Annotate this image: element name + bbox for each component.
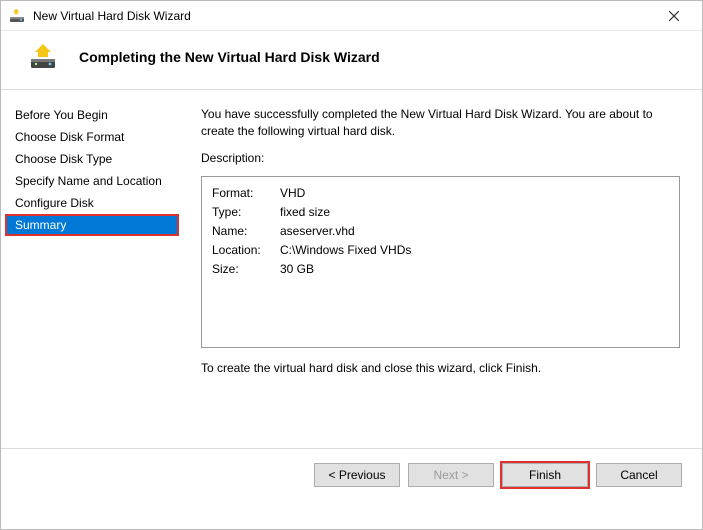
cancel-button[interactable]: Cancel	[596, 463, 682, 487]
sidebar-item-configure-disk[interactable]: Configure Disk	[5, 192, 181, 214]
sidebar-item-label: Specify Name and Location	[15, 174, 162, 188]
detail-row: Size:30 GB	[212, 261, 669, 278]
description-label: Description:	[201, 150, 680, 167]
sidebar-item-label: Before You Begin	[15, 108, 108, 122]
wizard-body: Before You Begin Choose Disk Format Choose…	[1, 90, 702, 448]
sidebar-item-choose-disk-format[interactable]: Choose Disk Format	[5, 126, 181, 148]
finish-button[interactable]: Finish	[502, 463, 588, 487]
sidebar-item-before-you-begin[interactable]: Before You Begin	[5, 104, 181, 126]
detail-key: Size:	[212, 261, 280, 278]
next-button: Next >	[408, 463, 494, 487]
detail-value: VHD	[280, 185, 305, 202]
sidebar-item-label: Choose Disk Format	[15, 130, 124, 144]
detail-key: Name:	[212, 223, 280, 240]
detail-value: 30 GB	[280, 261, 314, 278]
detail-value: aseserver.vhd	[280, 223, 355, 240]
close-icon	[669, 11, 679, 21]
sidebar-item-label: Summary	[15, 218, 66, 232]
outro-text: To create the virtual hard disk and clos…	[201, 360, 680, 377]
previous-button[interactable]: < Previous	[314, 463, 400, 487]
wizard-content: You have successfully completed the New …	[181, 90, 702, 448]
close-button[interactable]	[654, 1, 694, 31]
detail-row: Type:fixed size	[212, 204, 669, 221]
sidebar-item-specify-name-and-location[interactable]: Specify Name and Location	[5, 170, 181, 192]
detail-value: fixed size	[280, 204, 330, 221]
wizard-footer: < Previous Next > Finish Cancel	[1, 448, 702, 500]
disk-wizard-icon	[29, 43, 57, 71]
detail-row: Name:aseserver.vhd	[212, 223, 669, 240]
intro-text: You have successfully completed the New …	[201, 106, 680, 140]
sidebar-item-label: Configure Disk	[15, 196, 94, 210]
detail-row: Location:C:\Windows Fixed VHDs	[212, 242, 669, 259]
window-title: New Virtual Hard Disk Wizard	[33, 9, 654, 23]
disk-wizard-icon	[9, 8, 25, 24]
detail-row: Format:VHD	[212, 185, 669, 202]
wizard-header: Completing the New Virtual Hard Disk Wiz…	[1, 31, 702, 90]
detail-key: Type:	[212, 204, 280, 221]
sidebar-item-summary[interactable]: Summary	[5, 214, 179, 236]
sidebar-item-choose-disk-type[interactable]: Choose Disk Type	[5, 148, 181, 170]
titlebar: New Virtual Hard Disk Wizard	[1, 1, 702, 31]
detail-key: Location:	[212, 242, 280, 259]
sidebar-item-label: Choose Disk Type	[15, 152, 112, 166]
wizard-sidebar: Before You Begin Choose Disk Format Choose…	[1, 90, 181, 448]
detail-value: C:\Windows Fixed VHDs	[280, 242, 411, 259]
detail-key: Format:	[212, 185, 280, 202]
description-box: Format:VHDType:fixed sizeName:aseserver.…	[201, 176, 680, 348]
page-title: Completing the New Virtual Hard Disk Wiz…	[79, 49, 380, 65]
